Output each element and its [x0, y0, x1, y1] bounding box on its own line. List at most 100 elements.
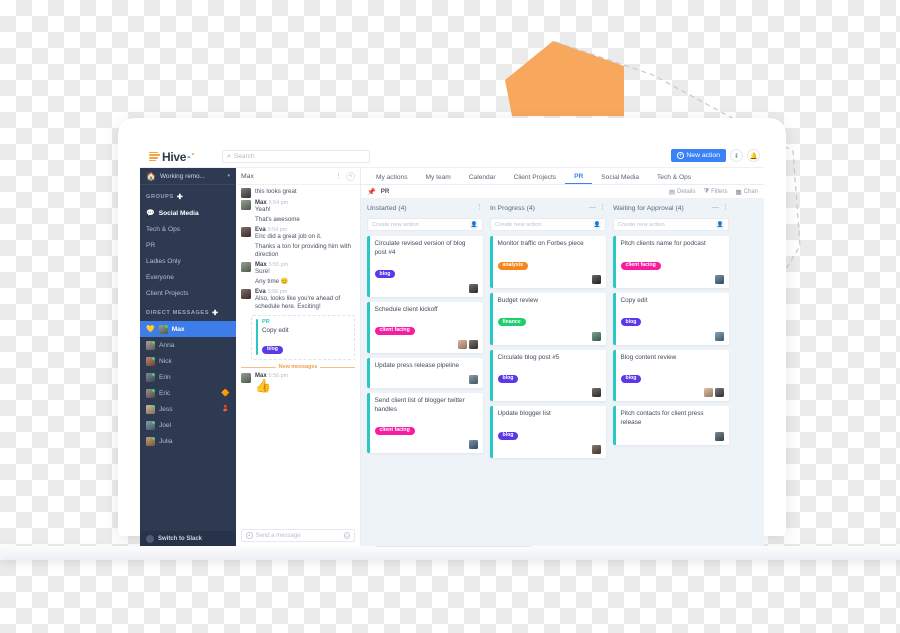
assignee-icon[interactable]: 👤 — [716, 220, 724, 229]
bell-icon[interactable]: 🔔 — [747, 149, 760, 162]
sidebar-group-tech-ops[interactable]: Tech & Ops — [140, 221, 236, 237]
sidebar-dm-jess[interactable]: Jess 💄 — [140, 401, 236, 417]
sidebar-group-social-media[interactable]: 💬 Social Media — [140, 205, 236, 221]
sidebar-dm-label: Joel — [159, 421, 172, 429]
hive-logo[interactable]: Hive - — [140, 150, 215, 164]
assignee-icon[interactable]: 👤 — [470, 220, 478, 229]
tab-calendar[interactable]: Calendar — [460, 174, 505, 184]
avatar — [146, 340, 155, 350]
action-card-title: Monitor traffic on Forbes piece — [497, 240, 584, 248]
action-card-tag: blog — [374, 270, 396, 279]
message-composer[interactable]: + Send a message ☺ — [241, 529, 355, 542]
chat-message: Max 5:55 pm Sure! — [241, 261, 355, 276]
chat-message-text: this looks great — [255, 188, 297, 195]
action-card[interactable]: Circulate revised version of blog post #… — [367, 236, 483, 297]
action-card[interactable]: Send client list of blogger twitter hand… — [367, 393, 483, 454]
create-new-action-input[interactable]: Create new action 👤 — [367, 218, 483, 232]
details-icon: ▤ — [668, 188, 675, 196]
laptop-base — [0, 546, 900, 560]
sidebar-dm-max[interactable]: 💛 Max — [140, 321, 236, 337]
sidebar-group-client-projects[interactable]: Client Projects — [140, 285, 236, 301]
avatar — [458, 340, 467, 350]
action-card[interactable]: Budget review finance — [490, 293, 606, 345]
tab-my-team[interactable]: My team — [417, 174, 460, 184]
switch-to-slack-label: Switch to Slack — [158, 535, 203, 542]
action-card-tag: blog — [620, 318, 642, 327]
more-vertical-icon[interactable]: ⋮ — [335, 172, 342, 180]
action-card[interactable]: Copy edit blog — [613, 293, 729, 345]
new-messages-divider: New messages — [241, 364, 355, 370]
column-menu-icon[interactable]: ⋮ — [599, 204, 606, 211]
avatar — [241, 261, 251, 272]
action-card[interactable]: Pitch contacts for client press release — [613, 406, 729, 445]
tab-client-projects[interactable]: Client Projects — [505, 174, 566, 184]
board-column: Waiting for Approval (4) — ⋮ Create new act… — [613, 204, 730, 546]
sidebar-group-ladies-only[interactable]: Ladies Only — [140, 253, 236, 269]
create-new-action-input[interactable]: Create new action 👤 — [613, 218, 729, 232]
chat-shared-action-card[interactable]: PR Copy edit blog — [251, 315, 355, 361]
pin-icon[interactable]: 📌 — [367, 188, 376, 196]
tab-social-media[interactable]: Social Media — [592, 174, 648, 184]
hive-logo-dash: - — [187, 150, 191, 163]
create-new-action-placeholder: Create new action — [495, 221, 542, 228]
collapse-left-icon[interactable]: « — [346, 171, 355, 181]
action-card-body: Budget review finance — [493, 293, 607, 345]
action-card[interactable]: Pitch clients name for podcast client fac… — [613, 236, 729, 289]
emoji-icon[interactable]: ☺ — [343, 532, 350, 539]
avatar — [241, 226, 251, 237]
chat-shared-card-body: PR Copy edit blog — [262, 319, 350, 355]
action-card-body: Blog content review blog — [616, 350, 730, 402]
assignee-icon[interactable]: 👤 — [593, 220, 601, 229]
action-card-footer — [621, 331, 724, 341]
import-icon[interactable]: ⬇ — [730, 149, 743, 162]
divider-line — [320, 366, 355, 368]
toolbar-details[interactable]: ▤ Details — [669, 188, 696, 196]
sidebar-group-everyone[interactable]: Everyone — [140, 269, 236, 285]
board-project-name: PR — [380, 188, 390, 195]
action-card-tag: client facing — [374, 326, 415, 336]
action-card-footer — [498, 388, 601, 398]
sidebar-dm-anna[interactable]: Anna — [140, 337, 236, 353]
action-card[interactable]: Schedule client kickoff client facing — [367, 301, 483, 354]
status-selector[interactable]: 🏠 Working remo... ▾ — [140, 168, 236, 185]
tab-pr[interactable]: PR — [565, 173, 593, 184]
tab-tech-ops[interactable]: Tech & Ops — [648, 174, 700, 184]
search-icon: ⌕ — [227, 152, 231, 160]
toolbar-chan[interactable]: ▦ Chan — [736, 188, 759, 196]
plus-circle-icon[interactable]: + — [246, 532, 253, 539]
group-emoji-icon: 💬 — [146, 210, 155, 217]
sidebar-dm-erin[interactable]: Erin — [140, 369, 236, 385]
sidebar-group-pr[interactable]: PR — [140, 237, 236, 253]
tab-my-actions[interactable]: My actions — [367, 174, 417, 184]
avatar — [146, 372, 155, 382]
create-new-action-input[interactable]: Create new action 👤 — [490, 218, 606, 232]
chat-message-list[interactable]: this looks great Max 5:54 pm Yeah! That's aw… — [236, 185, 360, 526]
board-column: In Progress (4) — ⋮ Create new action 👤 Monit… — [490, 204, 607, 546]
add-dm-icon[interactable]: ✚ — [212, 309, 218, 317]
minimize-column-icon[interactable]: — — [589, 204, 596, 211]
search-input[interactable]: ⌕ Search — [222, 150, 370, 163]
column-menu-icon[interactable]: ⋮ — [476, 204, 483, 211]
action-card[interactable]: Circulate blog post #5 blog — [490, 349, 607, 402]
laptop-mockup: Hive - ⌕ Search + New action ⬇ 🔔 🏠 Worki… — [0, 118, 900, 560]
sidebar-dm-joel[interactable]: Joel — [140, 417, 236, 433]
dm-trailing-emoji-icon: 💄 — [221, 406, 230, 413]
sidebar-dm-nick[interactable]: Nick — [140, 353, 236, 369]
action-card[interactable]: Monitor traffic on Forbes piece analysis — [490, 236, 606, 289]
action-card-body: Circulate blog post #5 blog — [493, 350, 607, 402]
hive-logo-text: Hive — [162, 149, 187, 164]
action-card[interactable]: Blog content review blog — [613, 349, 730, 402]
switch-to-slack-button[interactable]: Switch to Slack — [140, 531, 236, 546]
sidebar-dm-eric[interactable]: Eric 🔶 — [140, 385, 236, 401]
minimize-column-icon[interactable]: — — [712, 204, 719, 211]
add-group-icon[interactable]: ✚ — [177, 193, 183, 201]
action-card[interactable]: Update press release pipeline — [367, 358, 483, 389]
column-menu-icon[interactable]: ⋮ — [722, 204, 729, 211]
sidebar-dm-julia[interactable]: Julia — [140, 433, 236, 449]
toolbar-filters[interactable]: ⧩ Filters — [703, 188, 727, 196]
column-title: In Progress (4) — [490, 205, 535, 212]
action-card-footer — [621, 275, 724, 285]
action-card[interactable]: Update blogger list blog — [490, 406, 606, 459]
sidebar-dm-label: Jess — [159, 405, 173, 413]
new-action-button[interactable]: + New action — [671, 149, 726, 162]
